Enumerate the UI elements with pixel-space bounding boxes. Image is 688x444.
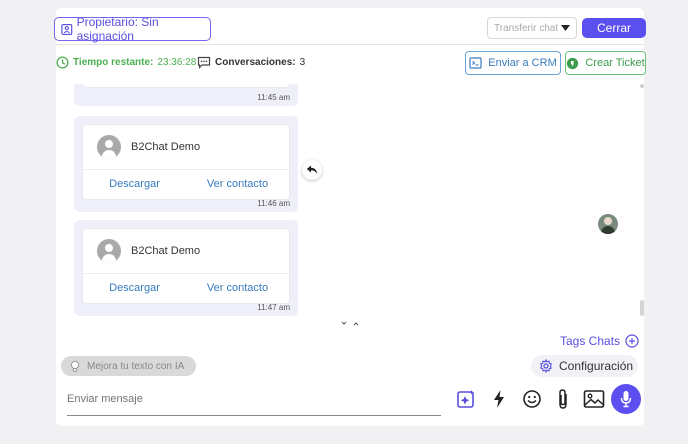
- agent-avatar: [598, 214, 618, 234]
- scrollbar-thumb[interactable]: [640, 300, 644, 316]
- tags-chats-button[interactable]: Tags Chats: [560, 334, 639, 348]
- transfer-chat-select[interactable]: Transferir chat: [487, 17, 577, 39]
- chat-panel: Propietario: Sin asignación Transferir c…: [54, 8, 646, 426]
- message-card: [82, 84, 290, 88]
- emoji-button[interactable]: [519, 386, 545, 412]
- gear-icon: [539, 359, 553, 373]
- reply-button[interactable]: [302, 160, 322, 180]
- download-contact-link[interactable]: Descargar: [83, 274, 186, 302]
- message-time: 11:47 am: [257, 303, 290, 312]
- message-time: 11:45 am: [257, 93, 290, 102]
- lightning-icon: [494, 390, 504, 408]
- add-circle-icon: [625, 334, 639, 348]
- time-label: Tiempo restante:: [73, 57, 154, 68]
- ai-image-button[interactable]: [453, 386, 479, 412]
- owner-button[interactable]: Propietario: Sin asignación: [54, 15, 211, 43]
- send-to-crm-button[interactable]: Enviar a CRM: [465, 51, 561, 75]
- conversations-count: Conversaciones: 3: [197, 56, 305, 69]
- scrollbar-top[interactable]: [640, 84, 644, 88]
- configuration-button[interactable]: Configuración: [531, 355, 638, 377]
- smile-icon: [523, 390, 541, 408]
- reply-icon: [306, 165, 318, 174]
- contact-card: B2Chat Demo Descargar Ver contacto: [82, 228, 290, 304]
- contact-name: B2Chat Demo: [131, 141, 201, 153]
- view-contact-link[interactable]: Ver contacto: [186, 170, 289, 198]
- image-button[interactable]: [581, 386, 607, 412]
- crm-icon: [469, 57, 482, 69]
- ticket-icon: [567, 57, 579, 69]
- create-ticket-button[interactable]: Crear Ticket: [565, 51, 646, 75]
- ticket-label: Crear Ticket: [585, 57, 645, 69]
- clock-icon: [56, 56, 69, 69]
- message-list[interactable]: 11:45 am B2Chat Demo Descargar Ver conta…: [70, 84, 646, 328]
- attach-button[interactable]: [550, 386, 576, 412]
- contact-avatar: [97, 135, 121, 159]
- message-bubble: B2Chat Demo Descargar Ver contacto 11:47…: [74, 220, 298, 316]
- scroll-arrows[interactable]: [341, 321, 361, 327]
- conversations-label: Conversaciones:: [215, 57, 296, 68]
- sparkle-image-icon: [457, 390, 474, 408]
- user-badge-icon: [61, 23, 73, 35]
- bulb-icon: [70, 360, 80, 372]
- chat-bubble-icon: [197, 56, 211, 69]
- message-time: 11:46 am: [257, 199, 290, 208]
- contact-avatar: [97, 239, 121, 263]
- contact-card: B2Chat Demo Descargar Ver contacto: [82, 124, 290, 200]
- voice-record-button[interactable]: [611, 384, 641, 414]
- message-bubble: 11:45 am: [74, 84, 298, 106]
- paperclip-icon: [559, 389, 567, 409]
- ai-improve-button[interactable]: Mejora tu texto con IA: [61, 356, 196, 376]
- header-divider: [56, 44, 644, 45]
- view-contact-link[interactable]: Ver contacto: [186, 274, 289, 302]
- microphone-icon: [620, 391, 632, 408]
- transfer-chat-placeholder: Transferir chat: [494, 22, 559, 34]
- configuration-label: Configuración: [559, 359, 634, 373]
- chevrons-icon: [341, 321, 359, 326]
- time-value: 23:36:28: [157, 57, 197, 68]
- close-button[interactable]: Cerrar: [582, 18, 646, 38]
- download-contact-link[interactable]: Descargar: [83, 170, 186, 198]
- message-bubble: B2Chat Demo Descargar Ver contacto 11:46…: [74, 116, 298, 212]
- caret-down-icon: [561, 25, 570, 31]
- image-icon: [583, 390, 605, 408]
- contact-name: B2Chat Demo: [131, 245, 201, 257]
- conversations-value: 3: [299, 57, 306, 68]
- message-input[interactable]: [67, 382, 441, 416]
- ai-improve-label: Mejora tu texto con IA: [87, 360, 185, 372]
- quick-replies-button[interactable]: [486, 386, 512, 412]
- owner-label: Propietario: Sin asignación: [76, 15, 159, 43]
- tags-chats-label: Tags Chats: [560, 334, 621, 348]
- crm-label: Enviar a CRM: [488, 57, 557, 69]
- time-remaining: Tiempo restante: 23:36:28: [56, 56, 196, 69]
